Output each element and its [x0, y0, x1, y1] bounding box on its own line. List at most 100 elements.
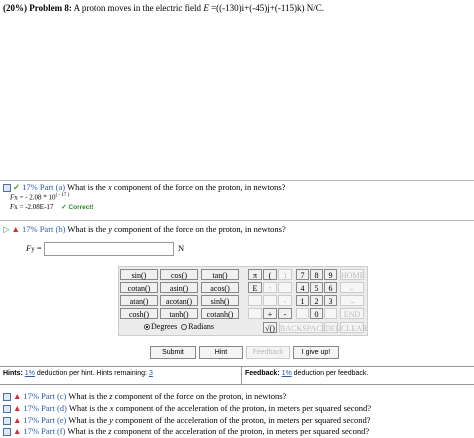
part-variable: x — [109, 403, 114, 413]
digit-key[interactable]: 7 — [296, 269, 309, 280]
play-icon: ▷ — [3, 224, 10, 234]
collapse-icon[interactable] — [3, 405, 11, 414]
func-key[interactable]: tan() — [201, 269, 239, 280]
feedback-pct-link[interactable]: 1% — [282, 370, 292, 377]
minus-key[interactable]: - — [278, 295, 292, 306]
const-key[interactable]: + — [263, 308, 277, 319]
blank-key — [263, 295, 277, 306]
func-key[interactable]: acos() — [201, 282, 239, 293]
collapse-icon[interactable] — [3, 428, 11, 437]
part-b-header[interactable]: ▷ ▲ 17% Part (b) What is the y component o… — [3, 224, 286, 235]
func-key[interactable]: acotan() — [160, 295, 198, 306]
minus-key[interactable]: - — [278, 308, 292, 319]
hints-info: Hints: 1% deduction per hint. Hints rema… — [3, 370, 153, 377]
radians-radio[interactable] — [181, 324, 188, 331]
problem-title: (20%) Problem 8: A proton moves in the e… — [3, 3, 324, 13]
part-label: Part (f) — [41, 426, 66, 436]
problem-weight: (20%) — [3, 3, 27, 13]
part-label: Part (d) — [41, 403, 67, 413]
digit-key[interactable]: 6 — [324, 282, 337, 293]
func-key[interactable]: atan() — [120, 295, 158, 306]
func-key[interactable]: asin() — [160, 282, 198, 293]
feedback-info: Feedback: 1% deduction per feedback. — [245, 370, 369, 377]
part-percent: 17% — [23, 403, 40, 413]
divider — [241, 367, 242, 384]
rparen-key[interactable]: ) — [278, 269, 292, 280]
digit-key[interactable]: 8 — [310, 269, 323, 280]
unit-label: N — [178, 243, 185, 253]
blank-key — [248, 295, 262, 306]
nav-key[interactable]: HOME — [340, 269, 365, 280]
clear-key[interactable]: CLEAR — [340, 322, 367, 333]
collapse-icon[interactable] — [3, 417, 11, 426]
func-key[interactable]: sinh() — [201, 295, 239, 306]
blank-key — [248, 308, 262, 319]
part-header[interactable]: ▲ 17% Part (c) What is the z component of… — [3, 391, 286, 402]
hint-pct-link[interactable]: 1% — [25, 370, 35, 377]
warning-icon: ▲ — [13, 415, 22, 425]
nav-key[interactable]: END — [340, 308, 364, 319]
hints-bar: Hints: 1% deduction per hint. Hints rema… — [0, 366, 474, 385]
const-key[interactable]: ( — [263, 269, 277, 280]
part-question: What is the — [68, 415, 108, 425]
hints-remaining: 3 — [148, 370, 153, 377]
func-key[interactable]: cotan() — [120, 282, 158, 293]
blank-key — [324, 308, 337, 319]
part-variable: z — [108, 426, 112, 436]
part-b-lhs: Fy = — [26, 243, 42, 253]
func-key[interactable]: sin() — [120, 269, 158, 280]
backspace-key[interactable]: BACKSPACE — [279, 322, 326, 333]
part-question: What is the — [68, 403, 108, 413]
degrees-radio[interactable] — [144, 324, 150, 331]
part-a-header[interactable]: ✓ 17% Part (a) What is the x component of… — [3, 182, 285, 193]
part-percent: 17% — [23, 426, 40, 436]
feedback-button[interactable]: Feedback — [246, 346, 290, 359]
part-question: What is the — [68, 391, 108, 401]
part-label: Part (e) — [41, 415, 67, 425]
warning-icon: ▲ — [11, 224, 20, 234]
digit-key[interactable]: 0 — [310, 308, 323, 319]
collapse-icon[interactable] — [3, 184, 11, 193]
part-header[interactable]: ▲ 17% Part (d) What is the x component of… — [3, 403, 371, 414]
part-question: component of the acceleration of the pro… — [113, 426, 370, 436]
nav-key[interactable]: → — [340, 295, 364, 306]
part-question: What is the — [67, 426, 107, 436]
part-variable: z — [109, 391, 113, 401]
const-key[interactable]: ↑ — [263, 282, 277, 293]
digit-key[interactable]: 3 — [324, 295, 337, 306]
correct-badge: ✓ Correct! — [61, 204, 94, 211]
digit-key[interactable]: 4 — [296, 282, 309, 293]
problem-number: Problem 8: — [29, 3, 72, 13]
divider — [0, 180, 474, 181]
submit-button[interactable]: Submit — [150, 346, 196, 359]
part-header[interactable]: ▲ 17% Part (e) What is the y component of… — [3, 415, 371, 426]
digit-key[interactable]: 1 — [296, 295, 309, 306]
give-up-button[interactable]: I give up! — [293, 346, 339, 359]
part-question: component of the acceleration of the pro… — [115, 403, 371, 413]
collapse-icon[interactable] — [3, 393, 11, 402]
func-key[interactable]: cotanh() — [201, 308, 239, 319]
func-key[interactable]: cosh() — [120, 308, 158, 319]
part-header[interactable]: ▲ 17% Part (f) What is the z component of… — [3, 426, 370, 437]
nav-key[interactable]: ← — [340, 282, 364, 293]
warning-icon: ▲ — [13, 426, 22, 436]
digit-key[interactable]: 9 — [324, 269, 337, 280]
const-key[interactable]: π — [248, 269, 262, 280]
part-percent: 17% — [23, 391, 40, 401]
part-question: component of the acceleration of the pro… — [115, 415, 371, 425]
hint-button[interactable]: Hint — [199, 346, 243, 359]
part-label: Part (c) — [41, 391, 67, 401]
del-key[interactable]: DEL — [324, 322, 341, 333]
digit-key[interactable]: 2 — [310, 295, 323, 306]
const-key[interactable]: E — [248, 282, 262, 293]
func-key[interactable]: tanh() — [160, 308, 198, 319]
part-percent: 17% — [23, 415, 40, 425]
answer-input[interactable] — [44, 242, 174, 256]
digit-key[interactable]: 5 — [310, 282, 323, 293]
func-key[interactable]: cos() — [160, 269, 198, 280]
blank-key — [278, 282, 292, 293]
problem-text: A proton moves in the electric field — [73, 3, 202, 13]
field-symbol: E — [203, 3, 209, 13]
part-a-answer-symbolic: Fx = - 2.08 * 10( - 17 ) — [10, 193, 70, 202]
sqrt-key[interactable]: √() — [263, 322, 277, 333]
